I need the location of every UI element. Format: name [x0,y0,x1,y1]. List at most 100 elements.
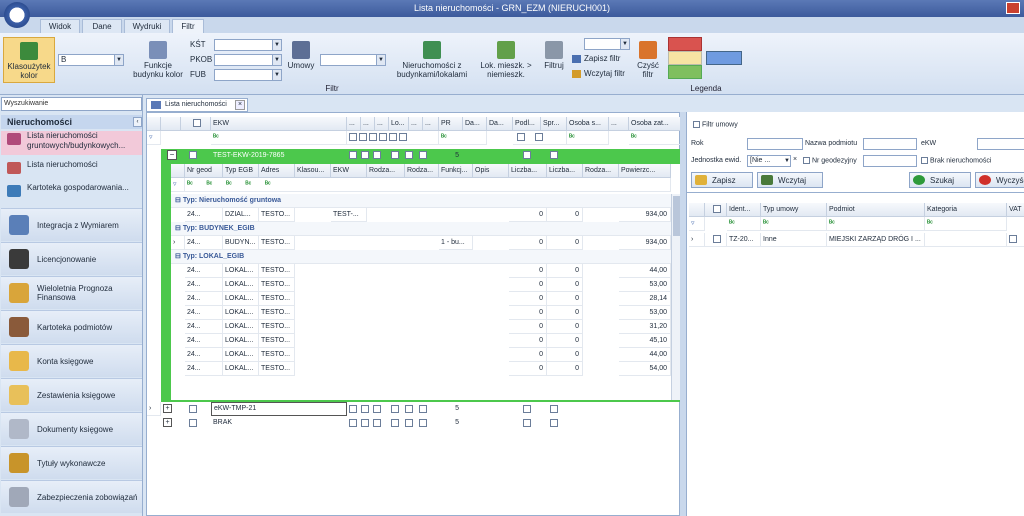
col-header-ident[interactable]: Ident... [727,203,761,217]
sub-col-header[interactable]: Typ EGB [223,164,259,178]
nav-item-kartoteka-gospodarowania[interactable]: Kartoteka gospodarowania... [1,183,142,197]
row-ekw-editor[interactable]: eKW-TMP-21 [211,402,347,416]
col-header-typ-umowy[interactable]: Typ umowy [761,203,827,217]
cell-powierzchnia[interactable]: 53,00 [619,278,671,292]
cell-adres[interactable]: TESTO... [259,264,295,278]
col-header-ekw[interactable]: EKW [211,117,347,131]
cell-liczba[interactable]: 0 [509,348,547,362]
filter-checkboxes[interactable] [347,131,439,145]
czysc-filtr-button[interactable]: Czyść filtr [634,39,662,79]
row-checkbox[interactable] [189,419,197,427]
col-header[interactable]: Osoba zat... [629,117,681,131]
nav-tytuly[interactable]: Tytuły wykonawcze [1,446,142,479]
row-checkbox[interactable] [189,151,197,159]
cell-liczba[interactable]: 0 [547,320,583,334]
nav-dokumenty[interactable]: Dokumenty księgowe [1,412,142,445]
col-header[interactable]: Spr... [541,117,567,131]
cell-adres[interactable]: TESTO... [259,208,295,222]
filter-podmiot[interactable]: ᴮᶜ [827,217,925,231]
row-indicator[interactable]: › [689,233,705,247]
nr-geod-input[interactable] [863,155,917,167]
tab-widok[interactable]: Widok [40,19,80,33]
filter-icon[interactable]: ▿ [147,131,161,145]
col-header[interactable]: ... [423,117,439,131]
nav-konta-ksiegowe[interactable]: Konta księgowe [1,344,142,377]
nav-zestawienia[interactable]: Zestawienia księgowe [1,378,142,411]
col-header-podmiot[interactable]: Podmiot [827,203,925,217]
scroll-thumb[interactable] [673,196,680,236]
group-row-grunt[interactable]: ⊟ Typ: Nieruchomość gruntowa [171,194,671,208]
cell-powierzchnia[interactable]: 28,14 [619,292,671,306]
sub-col-header[interactable]: Nr geod [185,164,223,178]
sub-col-header[interactable]: Rodza... [583,164,619,178]
cell-nr[interactable]: 24... [185,348,223,362]
b-select[interactable]: B ▼ [58,54,124,66]
cell-podmiot[interactable]: MIEJSKI ZARZĄD DRÓG I ... [827,233,925,247]
cell-liczba[interactable]: 0 [509,334,547,348]
rok-input[interactable] [747,138,803,150]
cell-nr[interactable]: 24... [185,292,223,306]
app-logo-icon[interactable] [4,2,30,28]
sub-col-header[interactable]: EKW [331,164,367,178]
row-expand-icon[interactable]: › [171,236,185,250]
cell-kategoria[interactable] [925,233,1007,247]
cell-typ[interactable]: LOKAL... [223,320,259,334]
cell-liczba[interactable]: 0 [547,278,583,292]
sub-col-header[interactable]: Powierzc... [619,164,671,178]
nav-kartoteka-podmiotow[interactable]: Kartoteka podmiotów [1,310,142,343]
row-podl-checkbox[interactable] [523,151,531,159]
row-flags[interactable] [349,151,427,159]
sub-col-header[interactable]: Liczba... [509,164,547,178]
kst-select[interactable]: ▼ [214,39,282,51]
brak-checkbox[interactable] [921,157,928,164]
cell-typ[interactable]: LOKAL... [223,334,259,348]
cell-liczba[interactable]: 0 [547,236,583,250]
cell-adres[interactable]: TESTO... [259,292,295,306]
cell-powierzchnia[interactable]: 54,00 [619,362,671,376]
cell-typ[interactable]: DZIAL... [223,208,259,222]
col-header[interactable]: Lo... [389,117,409,131]
tab-dane[interactable]: Dane [82,19,122,33]
cell-adres[interactable]: TESTO... [259,278,295,292]
zapisz-filtr-button[interactable]: Zapisz filtr [572,54,620,63]
cell-liczba[interactable]: 0 [547,264,583,278]
collapse-panel-button[interactable]: ‹ [133,117,142,127]
cell-adres[interactable]: TESTO... [259,362,295,376]
search-input[interactable]: Wyszukiwanie [1,97,142,111]
cell-powierzchnia[interactable]: 44,00 [619,348,671,362]
cell-liczba[interactable]: 0 [547,208,583,222]
cell-liczba[interactable]: 0 [547,292,583,306]
legend-swatch-green[interactable] [668,65,702,79]
cell-ident[interactable]: TZ-20... [727,233,761,247]
cell-liczba[interactable]: 0 [509,236,547,250]
lok-mieszk-button[interactable]: Lok. mieszk. > niemieszk. [476,39,536,83]
cell-liczba[interactable]: 0 [547,348,583,362]
cell-liczba[interactable]: 0 [547,334,583,348]
zapisz-button[interactable]: Zapisz [691,172,753,188]
nazwa-podmiotu-input[interactable] [863,138,917,150]
brak-nieruchomosci[interactable]: Brak nieruchomości [921,157,991,164]
tab-filtr[interactable]: Filtr [172,19,204,33]
row-ekw[interactable]: TEST-EKW-2019-7865 [213,149,347,163]
filter-ekw[interactable]: ᴮᶜ [211,131,347,145]
jednostka-select[interactable]: [Nie ... ▼ [747,155,791,167]
document-tab[interactable]: Lista nieruchomości × [146,98,248,112]
filter-osoba-zat[interactable]: ᴮᶜ [629,131,681,145]
filter-icon[interactable]: ▿ [171,178,185,192]
row-indicator[interactable]: › [147,402,161,416]
nav-licencjonowanie[interactable]: Licencjonowanie [1,242,142,275]
cell-adres[interactable]: TESTO... [259,334,295,348]
col-header[interactable]: ... [609,117,629,131]
col-header[interactable]: ... [375,117,389,131]
funkcje-budynku-button[interactable]: Funkcje budynku kolor [128,39,188,83]
filtruj-button[interactable]: Filtruj [540,39,568,79]
ekw-input[interactable] [977,138,1024,150]
sub-col-header[interactable]: Rodza... [367,164,405,178]
col-header[interactable]: Podl... [513,117,541,131]
nieruchomosci-z-budynkami-button[interactable]: Nieruchomości z budynkami/lokalami [390,39,474,83]
cell-typ[interactable]: LOKAL... [223,292,259,306]
close-icon[interactable]: × [235,100,245,110]
col-header[interactable]: Osoba s... [567,117,609,131]
cell-adres[interactable]: TESTO... [259,306,295,320]
cell-powierzchnia[interactable]: 45,10 [619,334,671,348]
